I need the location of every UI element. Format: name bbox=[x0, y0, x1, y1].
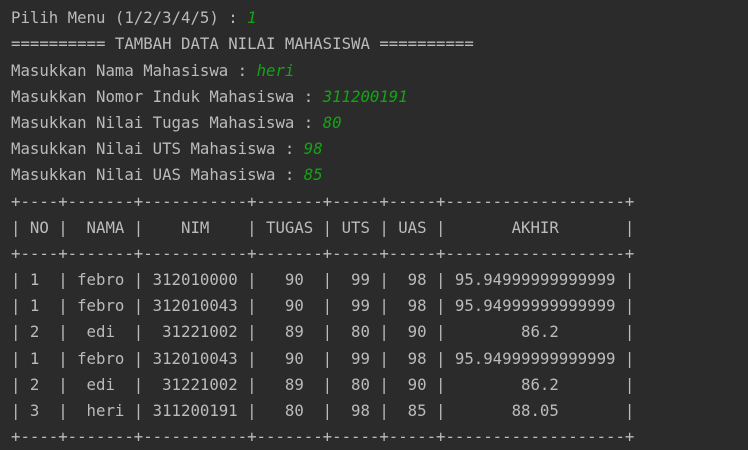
uas-prompt-line: Masukkan Nilai UAS Mahasiswa : 85 bbox=[11, 165, 323, 184]
name-input: heri bbox=[256, 61, 295, 80]
table-row: | 1 | febro | 312010043 | 90 | 99 | 98 |… bbox=[11, 296, 635, 315]
menu-prompt-line: Pilih Menu (1/2/3/4/5) : 1 bbox=[11, 8, 257, 27]
table-header-row: | NO | NAMA | NIM | TUGAS | UTS | UAS | … bbox=[11, 218, 635, 237]
section-header-line: ========== TAMBAH DATA NILAI MAHASISWA =… bbox=[11, 34, 474, 53]
nim-prompt-line: Masukkan Nomor Induk Mahasiswa : 3112001… bbox=[11, 87, 408, 106]
name-prompt-line: Masukkan Nama Mahasiswa : heri bbox=[11, 61, 295, 80]
table-border-bottom: +----+-------+-----------+-------+-----+… bbox=[11, 427, 635, 446]
nim-input: 311200191 bbox=[322, 87, 408, 106]
table-row: | 3 | heri | 311200191 | 80 | 98 | 85 | … bbox=[11, 401, 635, 420]
console-output: Pilih Menu (1/2/3/4/5) : 1 ========== TA… bbox=[0, 0, 748, 450]
table-row: | 2 | edi | 31221002 | 89 | 80 | 90 | 86… bbox=[11, 375, 635, 394]
uts-input: 98 bbox=[303, 139, 323, 158]
uts-prompt-line: Masukkan Nilai UTS Mahasiswa : 98 bbox=[11, 139, 323, 158]
table-row: | 2 | edi | 31221002 | 89 | 80 | 90 | 86… bbox=[11, 322, 635, 341]
menu-choice-input: 1 bbox=[247, 8, 257, 27]
table-border-mid: +----+-------+-----------+-------+-----+… bbox=[11, 244, 635, 263]
table-row: | 1 | febro | 312010000 | 90 | 99 | 98 |… bbox=[11, 270, 635, 289]
tugas-input: 80 bbox=[322, 113, 342, 132]
tugas-prompt-line: Masukkan Nilai Tugas Mahasiswa : 80 bbox=[11, 113, 342, 132]
table-row: | 1 | febro | 312010043 | 90 | 99 | 98 |… bbox=[11, 349, 635, 368]
table-border-top: +----+-------+-----------+-------+-----+… bbox=[11, 192, 635, 211]
uas-input: 85 bbox=[303, 165, 323, 184]
